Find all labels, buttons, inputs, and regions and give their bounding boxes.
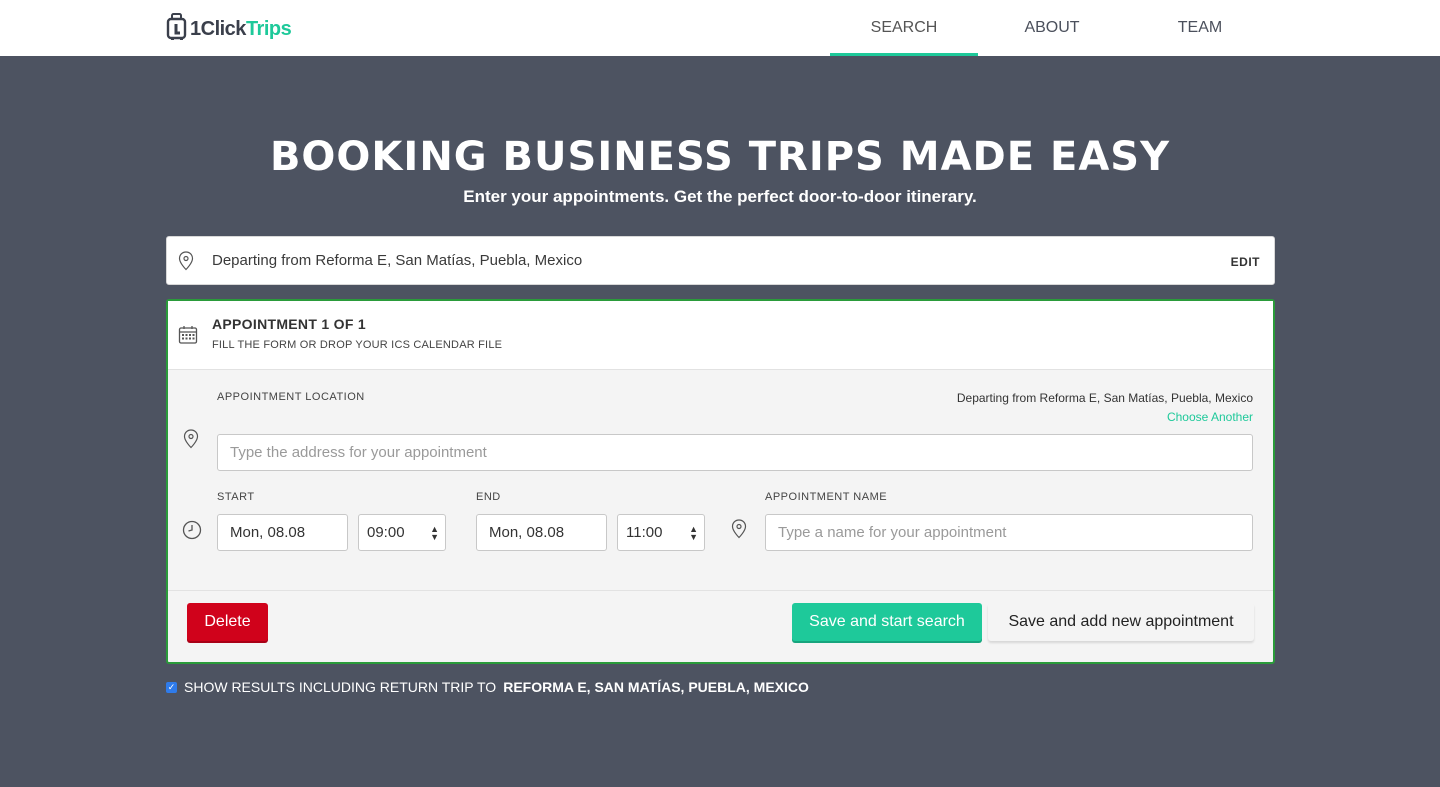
location-pin-icon [178, 251, 194, 276]
appointment-title: APPOINTMENT 1 OF 1 [212, 316, 366, 332]
departure-text: Departing from Reforma E, San Matías, Pu… [212, 252, 583, 269]
edit-departure-button[interactable]: EDIT [1231, 255, 1260, 269]
end-date-input[interactable]: Mon, 08.08 [476, 514, 607, 551]
end-label: END [476, 491, 501, 503]
start-label: START [217, 491, 255, 503]
start-time-select[interactable]: 09:00 ▲ ▼ [358, 514, 446, 551]
start-date-input[interactable]: Mon, 08.08 [217, 514, 348, 551]
location-pin-icon [731, 519, 747, 544]
return-trip-destination: REFORMA E, SAN MATÍAS, PUEBLA, MEXICO [503, 679, 809, 695]
return-trip-label: SHOW RESULTS INCLUDING RETURN TRIP TO [184, 679, 497, 695]
end-time-value: 11:00 [626, 524, 663, 541]
appointment-subtitle: FILL THE FORM OR DROP YOUR ICS CALENDAR … [212, 339, 503, 351]
clock-icon [182, 520, 202, 545]
top-navbar: 1ClickTrips SEARCH ABOUT TEAM [0, 0, 1440, 56]
departure-bar: Departing from Reforma E, San Matías, Pu… [166, 236, 1275, 285]
nav-about[interactable]: ABOUT [978, 0, 1126, 56]
return-trip-checkbox[interactable]: ✓ [166, 681, 177, 693]
select-arrows-icon: ▲ ▼ [430, 524, 439, 542]
save-and-add-button[interactable]: Save and add new appointment [988, 603, 1254, 641]
departing-info: Departing from Reforma E, San Matías, Pu… [957, 391, 1253, 424]
appointment-name-input[interactable]: Type a name for your appointment [765, 514, 1253, 551]
departing-address: Departing from Reforma E, San Matías, Pu… [956, 391, 1253, 405]
start-time-value: 09:00 [367, 524, 405, 541]
appointment-header: APPOINTMENT 1 OF 1 FILL THE FORM OR DROP… [168, 301, 1273, 370]
nav-team[interactable]: TEAM [1126, 0, 1274, 56]
logo[interactable]: 1ClickTrips [166, 12, 292, 46]
hero-subtitle: Enter your appointments. Get the perfect… [463, 187, 977, 206]
location-pin-icon [183, 429, 199, 454]
logo-text: 1ClickTrips [190, 17, 292, 41]
appointment-card: APPOINTMENT 1 OF 1 FILL THE FORM OR DROP… [166, 299, 1275, 664]
appointment-name-label: APPOINTMENT NAME [765, 491, 888, 503]
appointment-address-input[interactable]: Type the address for your appointment [217, 434, 1253, 471]
logo-suffix: Trips [245, 17, 292, 40]
nav-search[interactable]: SEARCH [830, 0, 978, 56]
calendar-icon [178, 325, 198, 350]
hero-title: BOOKING BUSINESS TRIPS MADE EASY [269, 134, 1171, 180]
select-arrows-icon: ▲ ▼ [689, 524, 698, 542]
divider [168, 590, 1273, 591]
return-trip-row: ✓ SHOW RESULTS INCLUDING RETURN TRIP TO … [166, 679, 809, 695]
suitcase-icon [166, 12, 188, 46]
end-time-select[interactable]: 11:00 ▲ ▼ [617, 514, 705, 551]
choose-another-link[interactable]: Choose Another [957, 410, 1253, 424]
delete-button[interactable]: Delete [187, 603, 268, 641]
save-and-search-button[interactable]: Save and start search [792, 603, 982, 641]
logo-prefix: 1Click [190, 17, 246, 40]
appointment-location-label: APPOINTMENT LOCATION [217, 391, 365, 403]
